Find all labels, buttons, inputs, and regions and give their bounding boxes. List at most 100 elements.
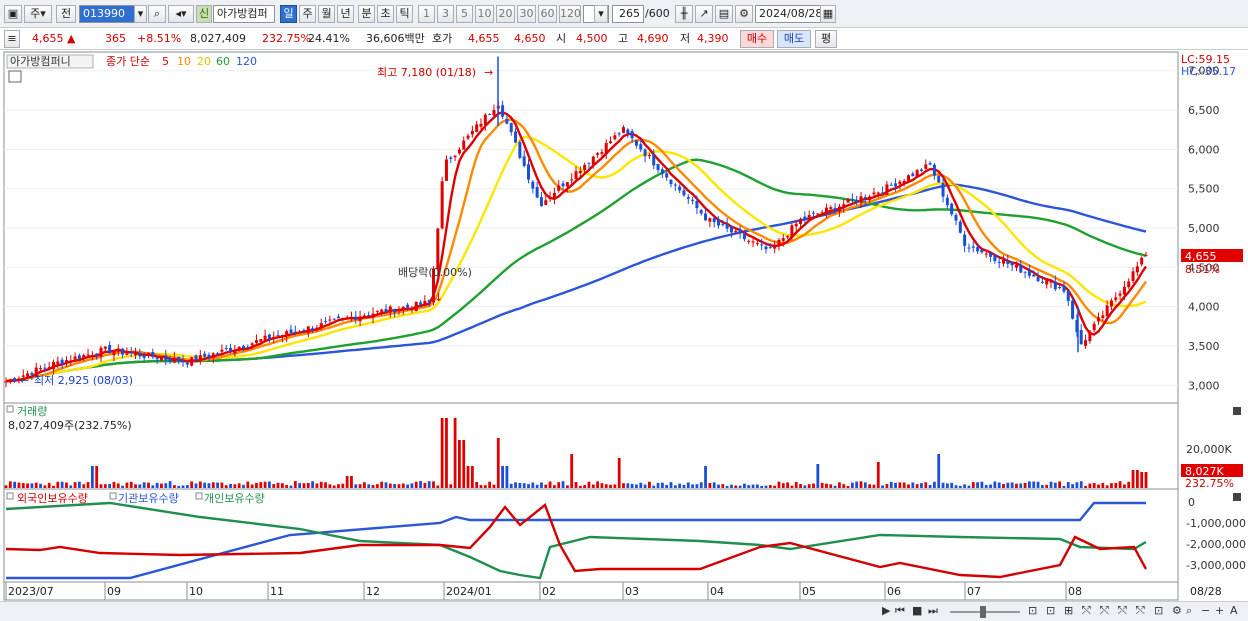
candle-body xyxy=(729,226,733,233)
volume-bar xyxy=(78,481,81,488)
eval-button[interactable]: 평 xyxy=(815,30,837,48)
code-dropdown-button[interactable]: ▾ xyxy=(134,5,147,23)
search-icon[interactable]: ⌕ xyxy=(148,5,166,23)
volume-bar xyxy=(760,485,764,488)
interval-1[interactable]: 1 xyxy=(418,5,435,23)
pattern-icon[interactable]: ⊞ xyxy=(1064,603,1073,619)
scroll-right-icon[interactable]: ▶ xyxy=(882,603,890,619)
zoom-search-icon[interactable]: ⌕ xyxy=(1186,603,1192,619)
volume-bar xyxy=(427,481,431,488)
individual-holding-label: 개인보유수량 xyxy=(204,492,265,505)
calendar-icon[interactable]: ▦ xyxy=(820,5,836,23)
interval-5[interactable]: 5 xyxy=(456,5,473,23)
window-icon[interactable]: ▣ xyxy=(4,5,22,23)
prev-button[interactable]: 전 xyxy=(56,5,76,23)
volume-bar xyxy=(1028,481,1031,488)
period-month[interactable]: 월 xyxy=(318,5,335,23)
market-select[interactable]: 주▾ xyxy=(24,5,52,23)
candle-body xyxy=(60,359,64,365)
interval-120[interactable]: 120 xyxy=(559,5,581,23)
interval-10[interactable]: 10 xyxy=(475,5,494,23)
candle-body xyxy=(293,331,297,333)
high-arrow-icon: → xyxy=(484,66,493,79)
volume-bar xyxy=(194,483,198,488)
draw-tools-icon[interactable]: ↗ xyxy=(695,5,713,23)
sell-button[interactable]: 매도 xyxy=(777,30,811,48)
volume-bar xyxy=(142,482,146,488)
period-week[interactable]: 주 xyxy=(299,5,316,23)
holding-close-icon[interactable] xyxy=(1233,493,1241,501)
zoom-slider-thumb[interactable] xyxy=(980,606,986,618)
volume-bar xyxy=(885,484,889,488)
sound-icon[interactable]: ◂▾ xyxy=(168,5,194,23)
candle-type-icon[interactable]: ╫ xyxy=(675,5,693,23)
volume-bar xyxy=(863,482,867,488)
period-tick[interactable]: 틱 xyxy=(396,5,413,23)
period-day[interactable]: 일 xyxy=(280,5,297,23)
volume-bar xyxy=(259,482,263,488)
volume-bar xyxy=(255,483,258,488)
volume-bar xyxy=(565,485,569,488)
bid-price: 4,650 xyxy=(514,32,546,45)
volume-bar xyxy=(272,483,276,488)
font-size-icon[interactable]: A xyxy=(1230,603,1238,619)
trend-icon-1[interactable]: ⤲ xyxy=(1082,603,1091,619)
save-icon[interactable]: ▤ xyxy=(715,5,733,23)
table-toggle-icon[interactable] xyxy=(8,70,22,83)
interval-3[interactable]: 3 xyxy=(437,5,454,23)
candle-body xyxy=(233,349,237,354)
period-year[interactable]: 년 xyxy=(337,5,354,23)
view-compare-icon[interactable]: ⊡ xyxy=(1028,603,1037,619)
interval-30[interactable]: 30 xyxy=(517,5,536,23)
count-input[interactable]: 265 xyxy=(612,5,644,23)
volume-bar xyxy=(401,483,405,488)
candle-body xyxy=(868,196,872,201)
volume-value-label: 8,027,409주(232.75%) xyxy=(8,419,132,432)
scroll-start-icon[interactable]: ⏮ xyxy=(895,603,905,619)
candle-body xyxy=(488,114,492,116)
date-input[interactable]: 2024/08/28 xyxy=(755,5,822,23)
settings-gear-icon[interactable]: ⚙ xyxy=(735,5,753,23)
indicator-icon[interactable]: ⊡ xyxy=(1046,603,1055,619)
candle-body xyxy=(1036,277,1040,282)
zoom-out-icon[interactable]: − xyxy=(1201,603,1210,619)
interval-20[interactable]: 20 xyxy=(496,5,515,23)
volume-bar xyxy=(958,485,962,488)
volume-bar xyxy=(781,483,785,488)
candle-body xyxy=(138,352,142,357)
scroll-end-icon[interactable]: ⏭ xyxy=(928,603,938,619)
candle-body xyxy=(833,207,837,211)
period-second[interactable]: 초 xyxy=(377,5,394,23)
candle-body xyxy=(159,357,163,361)
volume-bar xyxy=(350,476,353,488)
volume-bar xyxy=(440,418,444,488)
zoom-in-icon[interactable]: + xyxy=(1215,603,1224,619)
volume-bar xyxy=(531,482,535,488)
volume-bar xyxy=(65,482,68,488)
candle-body xyxy=(125,353,129,355)
candle-body xyxy=(362,315,366,317)
volume-bar xyxy=(168,481,172,488)
volume-bar xyxy=(1097,484,1100,488)
trend-icon-4[interactable]: ⤲ xyxy=(1136,603,1145,619)
interval-60[interactable]: 60 xyxy=(538,5,557,23)
volume-bar xyxy=(1023,482,1027,488)
volume-close-icon[interactable] xyxy=(1233,407,1241,415)
stock-code-input[interactable]: 013990 xyxy=(79,5,135,23)
volume-bar xyxy=(1144,472,1148,488)
volume-bar xyxy=(211,482,215,488)
capture-icon[interactable]: ⊡ xyxy=(1154,603,1163,619)
market-label: 주 xyxy=(30,7,41,20)
volume-bar xyxy=(773,485,777,488)
trend-icon-3[interactable]: ⤲ xyxy=(1118,603,1127,619)
candle-body xyxy=(954,215,958,221)
stock-chart[interactable]: 7,0006,5006,0005,5005,0004,5004,0003,500… xyxy=(0,51,1248,601)
period-minute[interactable]: 분 xyxy=(358,5,375,23)
trend-icon-2[interactable]: ⤲ xyxy=(1100,603,1109,619)
gear-icon[interactable]: ⚙ xyxy=(1172,603,1182,619)
volume-bar xyxy=(673,485,677,488)
stop-icon[interactable]: ■ xyxy=(912,603,922,619)
toggle-icon[interactable]: ≡ xyxy=(4,30,20,48)
interval-dropdown-button[interactable]: ▾ xyxy=(594,5,608,23)
buy-button[interactable]: 매수 xyxy=(740,30,774,48)
